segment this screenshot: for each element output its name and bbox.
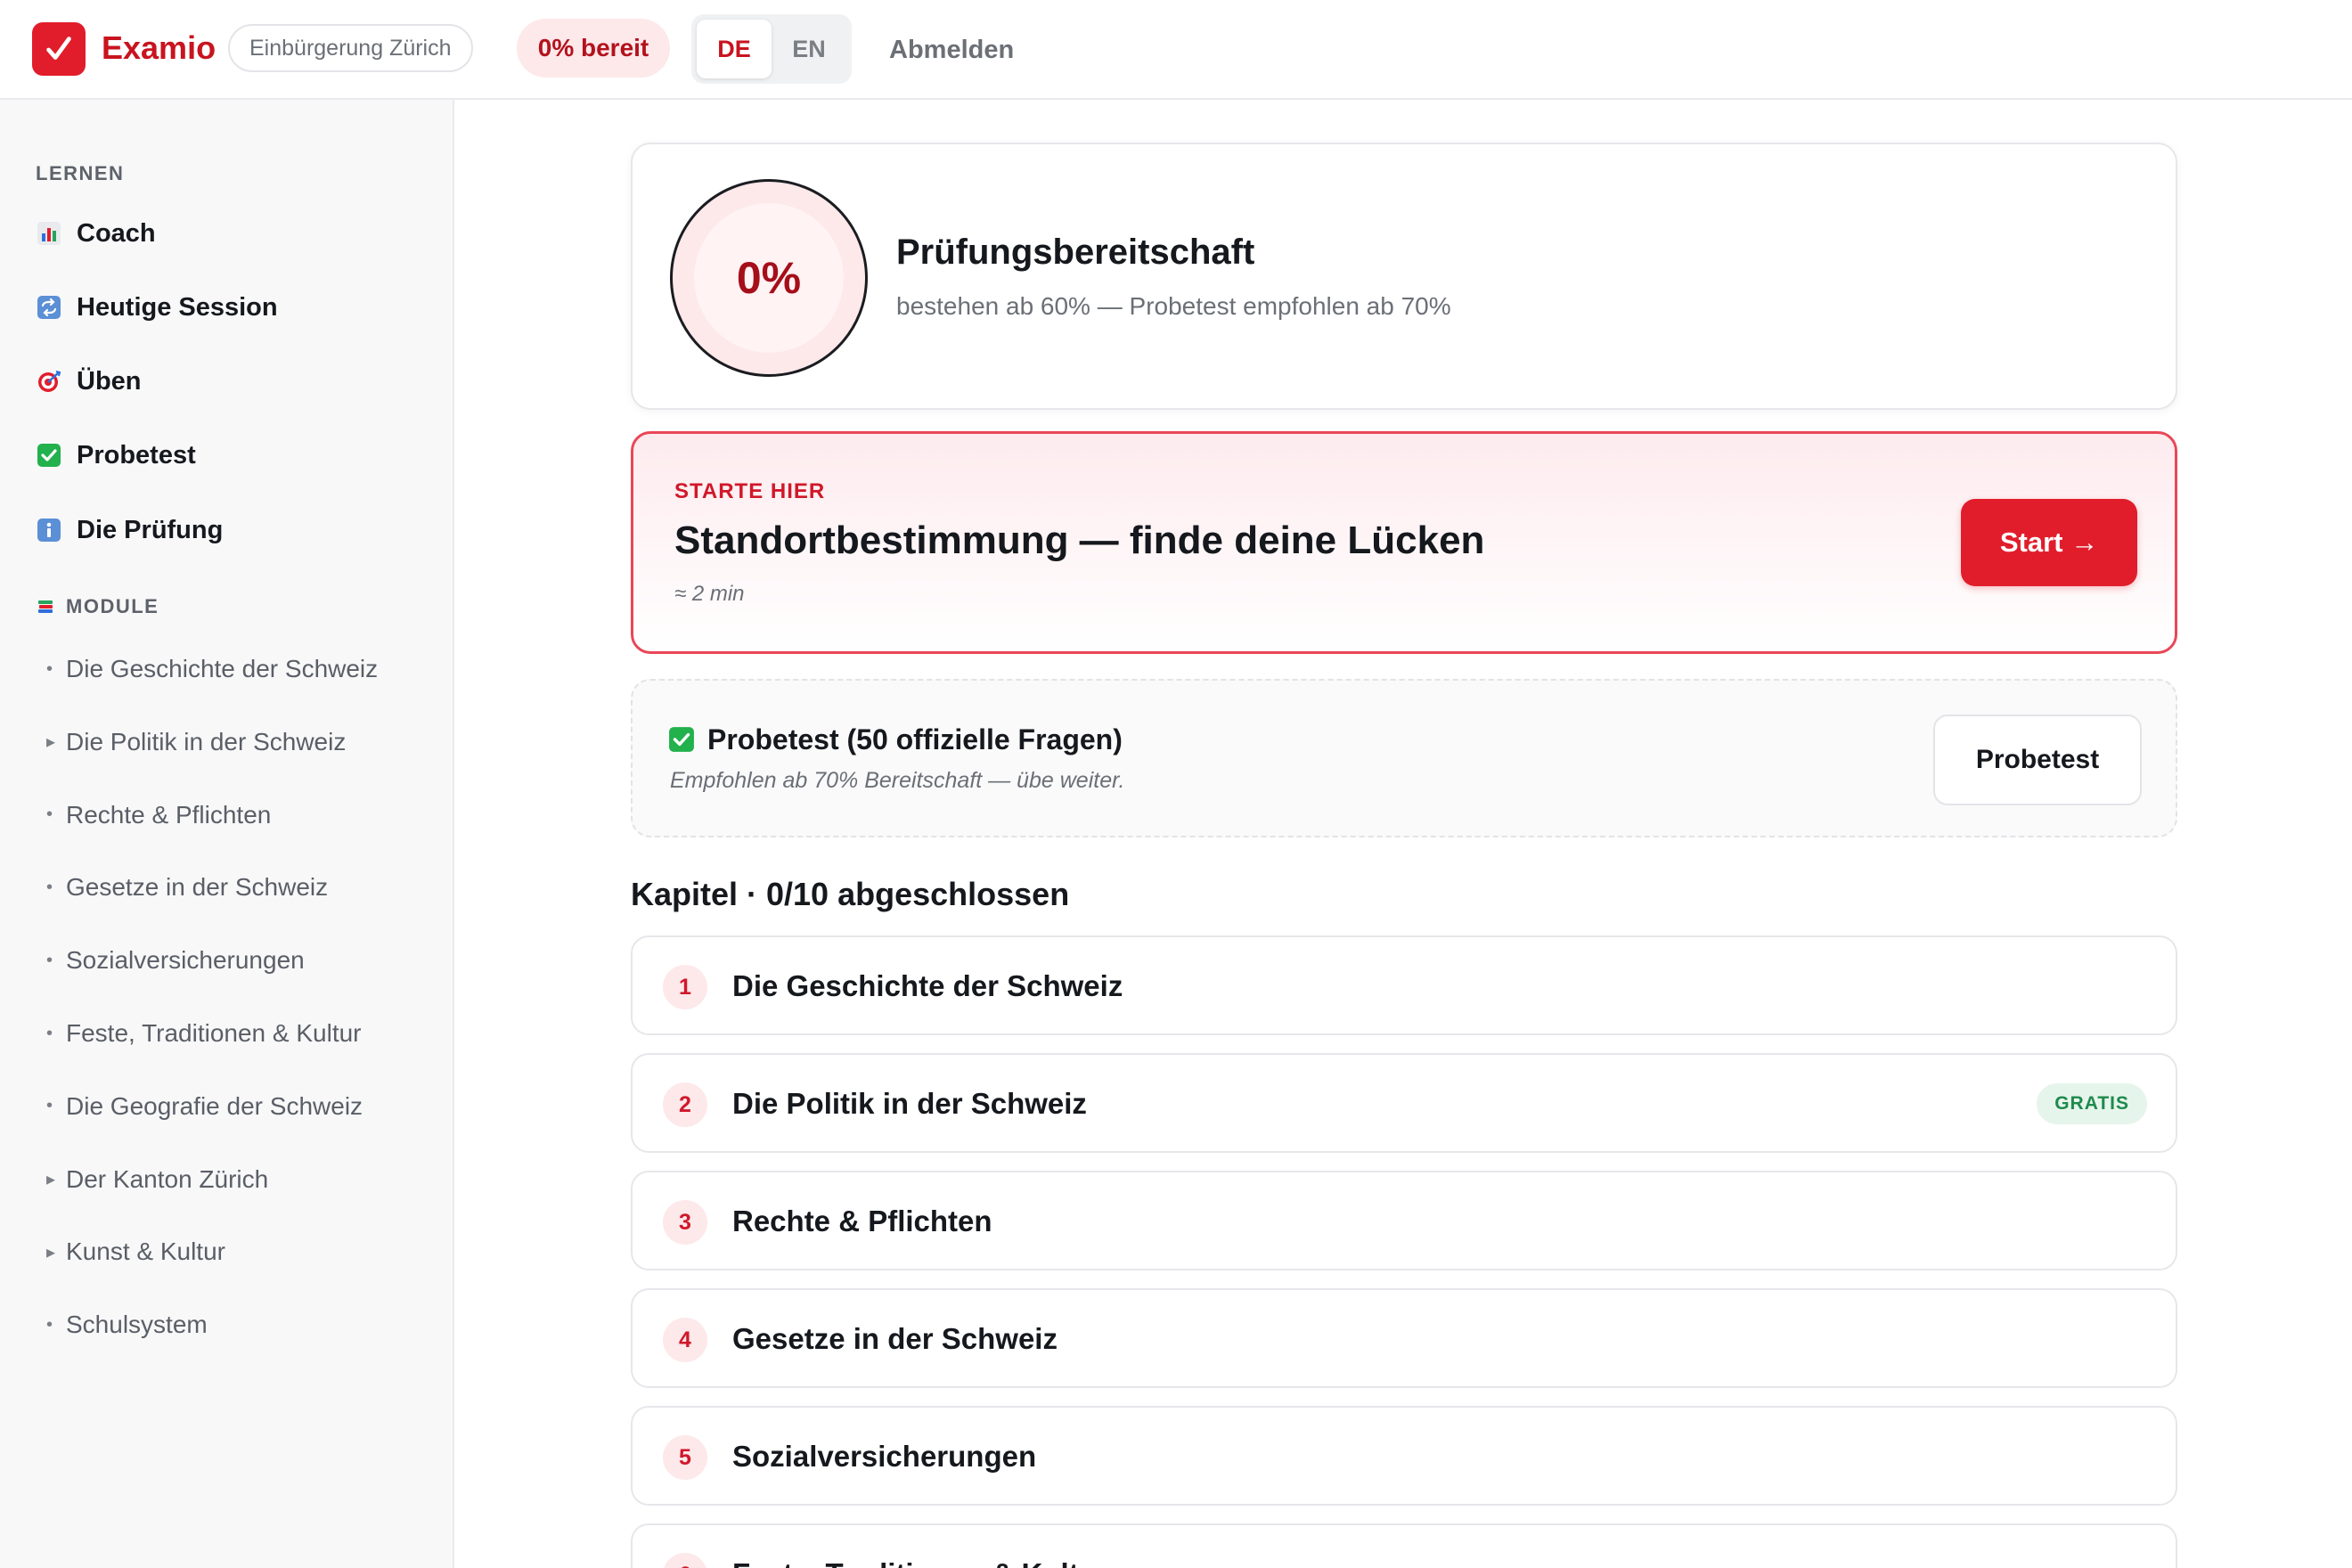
readiness-title: Prüfungsbereitschaft <box>896 233 1255 272</box>
chapter-title: Die Geschichte der Schweiz <box>732 969 1123 1002</box>
sidebar-module-item[interactable]: • Die Geografie der Schweiz <box>46 1084 363 1129</box>
expand-arrow-icon: ▸ <box>46 732 56 753</box>
sidebar-module-item[interactable]: ▸ Die Politik in der Schweiz <box>46 720 346 764</box>
sidebar-module-item[interactable]: • Schulsystem <box>46 1303 208 1347</box>
bullet-icon: • <box>46 1314 53 1335</box>
probetest-button[interactable]: Probetest <box>1933 715 2142 805</box>
sidebar-item-probetest[interactable]: Probetest <box>36 430 196 480</box>
sidebar-item-label: Üben <box>77 366 142 396</box>
sidebar-module-item[interactable]: • Gesetze in der Schweiz <box>46 865 328 910</box>
chapter-title: Gesetze in der Schweiz <box>732 1322 1058 1355</box>
language-switch: DE EN <box>691 14 852 84</box>
bullet-icon: • <box>46 658 53 679</box>
bullet-icon: • <box>46 950 53 970</box>
expand-arrow-icon: ▸ <box>46 1170 56 1190</box>
sidebar-module-item[interactable]: ▸ Kunst & Kultur <box>46 1229 225 1274</box>
sidebar-module-label: Schulsystem <box>66 1311 208 1339</box>
sidebar-module-label: Sozialversicherungen <box>66 946 305 975</box>
sidebar-module-label: Feste, Traditionen & Kultur <box>66 1019 362 1047</box>
info-icon <box>36 517 62 543</box>
sidebar-module-label: Der Kanton Zürich <box>66 1164 269 1193</box>
chapter-row[interactable]: 3 Rechte & Pflichten <box>631 1171 2177 1270</box>
logout-link[interactable]: Abmelden <box>889 32 1014 68</box>
bar-chart-icon <box>36 220 62 247</box>
sidebar-item-ueben[interactable]: Üben <box>36 356 142 406</box>
brand-name[interactable]: Examio <box>102 27 216 69</box>
top-bar: Examio Einbürgerung Zürich 0% bereit DE … <box>0 0 2352 100</box>
chapter-title: Rechte & Pflichten <box>732 1205 992 1237</box>
probetest-title: Probetest (50 offizielle Fragen) <box>668 722 1123 757</box>
chapter-number: 1 <box>663 965 707 1009</box>
lang-de-button[interactable]: DE <box>697 20 772 78</box>
start-title: Standortbestimmung — finde deine Lücken <box>674 519 1485 562</box>
chapter-row[interactable]: 5 Sozialversicherungen <box>631 1406 2177 1506</box>
chapter-title: Die Politik in der Schweiz <box>732 1087 1087 1120</box>
sidebar-item-coach[interactable]: Coach <box>36 208 156 258</box>
readiness-card: 0% Prüfungsbereitschaft bestehen ab 60% … <box>631 143 2177 410</box>
sidebar-item-label: Coach <box>77 218 156 248</box>
readiness-percent: 0% <box>694 203 844 353</box>
start-eyebrow: STARTE HIER <box>674 479 826 503</box>
lang-en-button[interactable]: EN <box>772 20 846 78</box>
readiness-pill: 0% bereit <box>517 19 670 78</box>
sidebar-module-item[interactable]: • Feste, Traditionen & Kultur <box>46 1011 362 1056</box>
region-badge: Einbürgerung Zürich <box>228 24 473 72</box>
sidebar-item-label: Heutige Session <box>77 292 278 322</box>
chapter-number: 2 <box>663 1082 707 1127</box>
bullet-icon: • <box>46 877 53 897</box>
logo-check-icon[interactable] <box>32 22 86 76</box>
sidebar-module-item[interactable]: • Die Geschichte der Schweiz <box>46 647 378 691</box>
bullet-icon: • <box>46 1096 53 1116</box>
start-duration: ≈ 2 min <box>674 582 745 606</box>
chapter-row[interactable]: 2 Die Politik in der Schweiz GRATIS <box>631 1053 2177 1153</box>
modules-section-label: MODULE <box>36 593 159 620</box>
check-box-icon <box>36 442 62 469</box>
sidebar-item-session[interactable]: Heutige Session <box>36 282 278 332</box>
learn-section-label: LERNEN <box>36 162 125 184</box>
sidebar-module-label: Die Geografie der Schweiz <box>66 1091 363 1120</box>
sidebar-module-label: Kunst & Kultur <box>66 1237 225 1266</box>
chapter-title: Feste, Traditionen & Kultur <box>732 1556 1108 1568</box>
sidebar-module-label: Rechte & Pflichten <box>66 800 272 829</box>
bullet-icon: • <box>46 1023 53 1043</box>
free-badge: GRATIS <box>2037 1083 2147 1124</box>
chapter-number: 5 <box>663 1435 707 1480</box>
chapter-number: 6 <box>663 1553 707 1568</box>
chapter-title: Sozialversicherungen <box>732 1440 1037 1473</box>
sidebar-item-label: Die Prüfung <box>77 515 224 544</box>
sidebar-module-label: Die Politik in der Schweiz <box>66 727 347 755</box>
start-card: STARTE HIER Standortbestimmung — finde d… <box>631 431 2177 654</box>
sidebar-module-label: Gesetze in der Schweiz <box>66 873 329 902</box>
target-icon <box>36 368 62 395</box>
bullet-icon: • <box>46 804 53 825</box>
readiness-ring: 0% <box>670 179 868 377</box>
chapters-heading: Kapitel · 0/10 abgeschlossen <box>631 876 1070 912</box>
chapter-number: 4 <box>663 1318 707 1362</box>
sidebar-module-item[interactable]: ▸ Der Kanton Zürich <box>46 1157 268 1202</box>
repeat-icon <box>36 294 62 321</box>
books-icon <box>36 597 55 617</box>
chapter-row[interactable]: 6 Feste, Traditionen & Kultur <box>631 1523 2177 1568</box>
chapter-number: 3 <box>663 1200 707 1245</box>
sidebar-module-item[interactable]: • Sozialversicherungen <box>46 938 305 983</box>
sidebar: LERNEN Coach Heutige Session Üben Probet… <box>0 100 454 1568</box>
check-box-icon <box>668 726 695 753</box>
sidebar-module-label: Die Geschichte der Schweiz <box>66 655 379 682</box>
probetest-subtitle: Empfohlen ab 70% Bereitschaft — übe weit… <box>670 768 1125 793</box>
readiness-subtitle: bestehen ab 60% — Probetest empfohlen ab… <box>896 292 1451 320</box>
chapter-row[interactable]: 1 Die Geschichte der Schweiz <box>631 935 2177 1035</box>
probetest-card: Probetest (50 offizielle Fragen) Empfohl… <box>631 679 2177 837</box>
sidebar-module-item[interactable]: • Rechte & Pflichten <box>46 793 271 837</box>
sidebar-item-label: Probetest <box>77 440 196 470</box>
chapter-row[interactable]: 4 Gesetze in der Schweiz <box>631 1288 2177 1388</box>
start-button[interactable]: Start → <box>1961 499 2137 586</box>
expand-arrow-icon: ▸ <box>46 1242 56 1262</box>
sidebar-item-pruefung[interactable]: Die Prüfung <box>36 505 223 555</box>
